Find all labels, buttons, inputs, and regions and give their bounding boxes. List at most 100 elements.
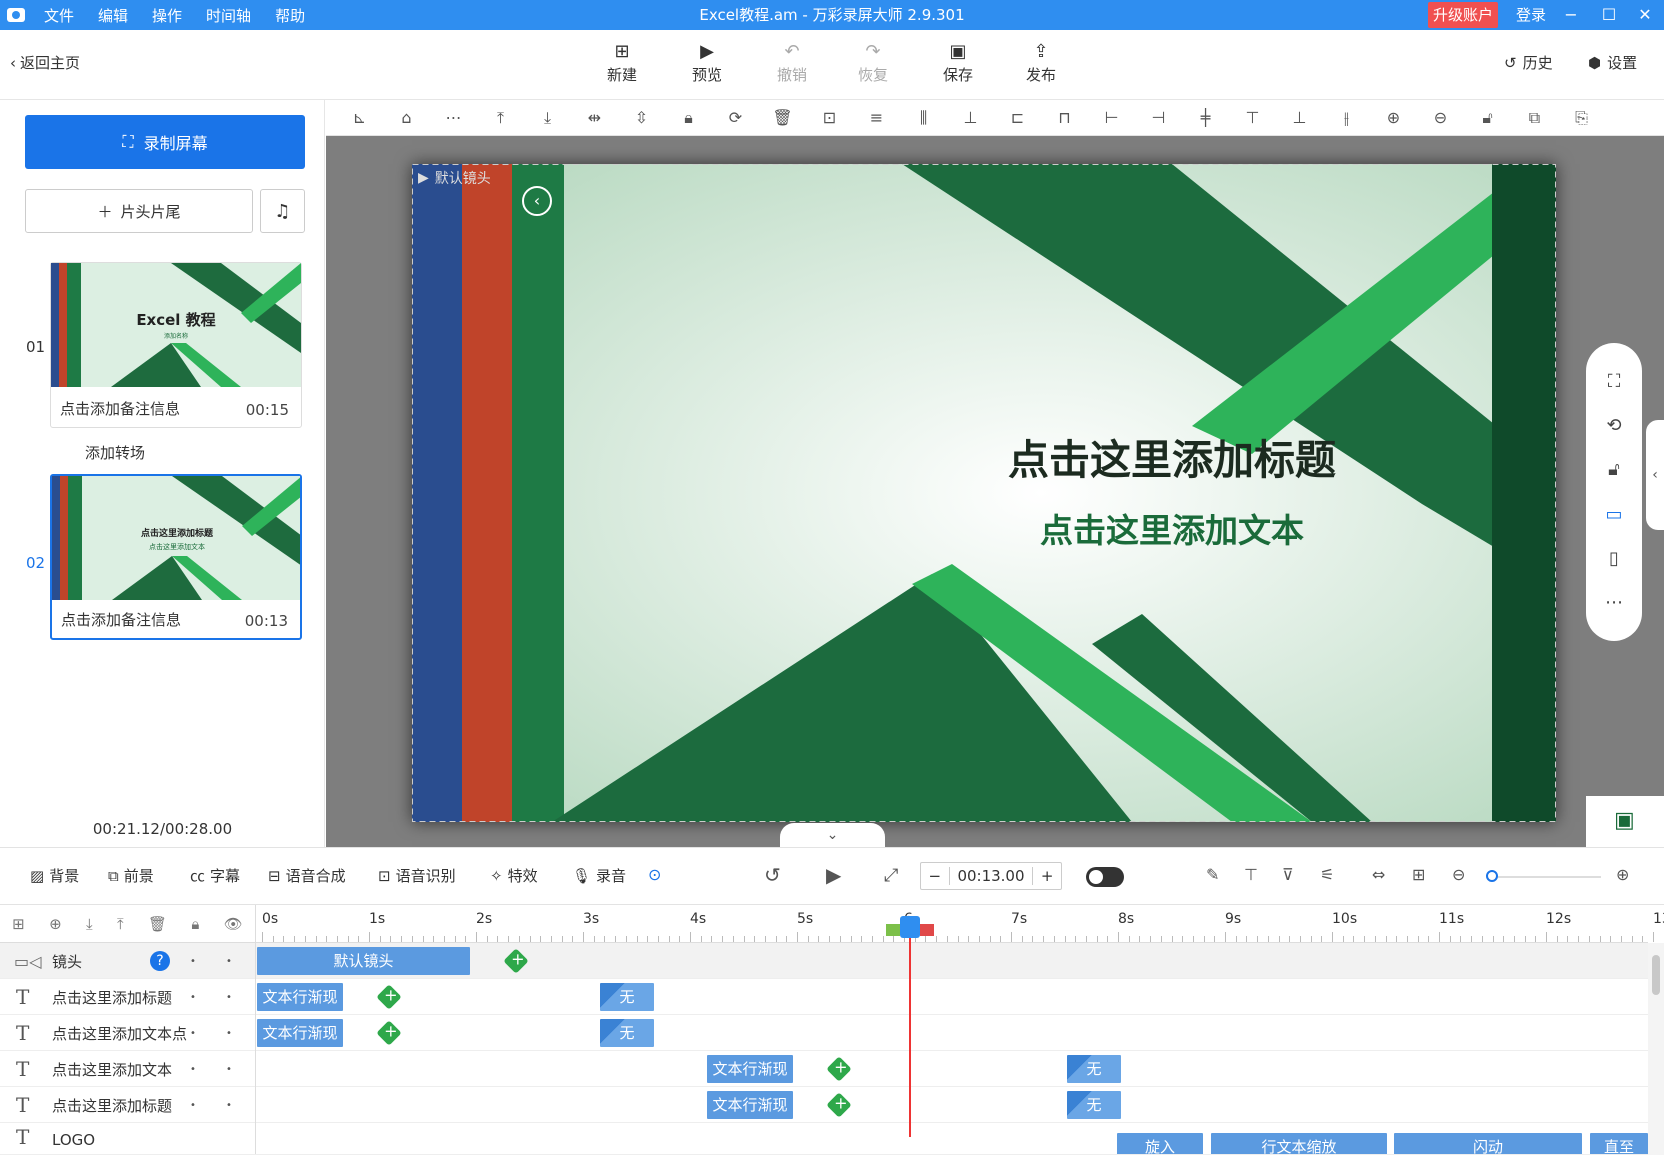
slide-title[interactable]: 点击这里添加标题 xyxy=(882,426,1462,486)
effect-block[interactable]: 旋入 xyxy=(1117,1133,1203,1154)
playhead[interactable] xyxy=(909,917,911,1137)
time-ruler[interactable]: 0s1s2s3s4s5s67s8s9s10s11s12s13s xyxy=(256,905,1664,943)
add-folder-icon[interactable]: ⊞ xyxy=(12,915,25,933)
entrance-effect-block[interactable]: 文本行渐现 xyxy=(707,1091,793,1119)
minimap[interactable]: ▣ xyxy=(1586,796,1664,847)
align-bottom-icon[interactable]: ⊥ xyxy=(947,108,994,127)
effect-block[interactable]: 闪动 xyxy=(1394,1133,1582,1154)
lock-icon[interactable]: 🔒︎ xyxy=(665,108,712,128)
align-left-icon[interactable]: ⊢ xyxy=(1088,108,1135,127)
speech-recognition-button[interactable]: ⊡ 语音识别 xyxy=(378,865,456,886)
zoom-out-timeline-icon[interactable]: ⊖ xyxy=(1452,865,1465,884)
record-screen-button[interactable]: ⛶ 录制屏幕 xyxy=(25,115,305,169)
distribute-icon[interactable]: ⫲ xyxy=(1323,108,1370,128)
paste-icon[interactable]: ⎘ xyxy=(1558,108,1605,128)
menu-file[interactable]: 文件 xyxy=(44,5,74,26)
adjust-icon[interactable]: ⚟ xyxy=(1320,865,1334,884)
rotate-screen-icon[interactable]: ⟲ xyxy=(1606,415,1621,436)
delete-icon[interactable]: 🗑︎ xyxy=(759,108,806,127)
timeline-scrollbar[interactable] xyxy=(1648,943,1664,1155)
effects-button[interactable]: ✧ 特效 xyxy=(490,865,538,886)
flip-vertical-icon[interactable]: ⇳ xyxy=(618,108,665,127)
entrance-effect-block[interactable]: 文本行渐现 xyxy=(707,1055,793,1083)
lock-dot[interactable]: • xyxy=(226,1100,232,1111)
menu-help[interactable]: 帮助 xyxy=(275,5,305,26)
intro-outro-button[interactable]: ＋ 片头片尾 xyxy=(25,189,253,233)
distribute-v-icon[interactable]: ⊓ xyxy=(1041,108,1088,127)
entrance-effect-block[interactable]: 文本行渐现 xyxy=(257,1019,343,1047)
scene-note[interactable]: 点击添加备注信息 xyxy=(61,609,181,630)
visibility-dot[interactable]: • xyxy=(190,1028,196,1039)
exit-effect-block[interactable]: 无 xyxy=(1067,1055,1121,1083)
ruler-icon[interactable]: ⊾ xyxy=(336,108,383,127)
flip-horizontal-icon[interactable]: ⇹ xyxy=(571,108,618,127)
fullscreen-icon[interactable]: ⤢ xyxy=(884,865,898,886)
visibility-dot[interactable]: • xyxy=(190,1100,196,1111)
effect-block[interactable]: 行文本缩放 xyxy=(1211,1133,1387,1154)
foreground-button[interactable]: ⧉ 前景 xyxy=(108,865,154,886)
settings-button[interactable]: ⬢ 设置 xyxy=(1588,52,1637,73)
more-dots-icon[interactable]: ⋯ xyxy=(1605,592,1623,613)
align-right-icon[interactable]: ⊣ xyxy=(1135,108,1182,127)
camera-block[interactable]: 默认镜头 xyxy=(257,947,470,975)
play-button[interactable]: ▶ xyxy=(826,863,841,887)
align-center-icon[interactable]: ╪ xyxy=(1182,108,1229,127)
add-keyframe-icon[interactable] xyxy=(826,1092,852,1118)
slide-canvas[interactable]: ▶︎ 默认镜头 ‹ 点击这里添加标题 点击这里添加文本 xyxy=(412,164,1556,822)
time-increment[interactable]: + xyxy=(1033,867,1061,885)
add-keyframe-icon[interactable] xyxy=(376,984,402,1010)
music-button[interactable]: ♫ xyxy=(260,189,305,233)
zoom-in-icon[interactable]: ⊕ xyxy=(1370,108,1417,127)
scrollbar-thumb[interactable] xyxy=(1652,955,1660,995)
exit-effect-block[interactable]: 无 xyxy=(1067,1091,1121,1119)
lock-dot[interactable]: • xyxy=(226,956,232,967)
upgrade-button[interactable]: 升级账户 xyxy=(1428,2,1498,28)
align-bottom-edge-icon[interactable]: ⊥ xyxy=(1276,108,1323,127)
playhead-handle[interactable] xyxy=(886,916,936,938)
add-keyframe-icon[interactable] xyxy=(376,1020,402,1046)
align-top-edge-icon[interactable]: ⊤ xyxy=(1229,108,1276,127)
slide-subtitle[interactable]: 点击这里添加文本 xyxy=(882,504,1462,552)
expand-panel-handle[interactable]: ‹ xyxy=(1646,420,1664,530)
scene-note[interactable]: 点击添加备注信息 xyxy=(60,398,180,419)
add-keyframe-icon[interactable] xyxy=(826,1056,852,1082)
visibility-dot[interactable]: • xyxy=(190,956,196,967)
lock-screen-icon[interactable]: 🔓︎ xyxy=(1608,459,1620,480)
maximize-icon[interactable]: ☐ xyxy=(1594,0,1624,30)
lock-dot[interactable]: • xyxy=(226,1028,232,1039)
time-value[interactable]: 00:13.00 xyxy=(948,867,1034,885)
effect-block[interactable]: 直至 xyxy=(1590,1133,1648,1154)
toggle-switch[interactable] xyxy=(1086,867,1124,887)
menu-operate[interactable]: 操作 xyxy=(152,5,182,26)
menu-timeline[interactable]: 时间轴 xyxy=(206,5,251,26)
trash-icon[interactable]: 🗑︎ xyxy=(148,915,167,933)
add-track-icon[interactable]: ⊕ xyxy=(49,915,62,933)
lock-dot[interactable]: • xyxy=(226,1064,232,1075)
minimize-icon[interactable]: − xyxy=(1556,0,1586,30)
zoom-slider[interactable] xyxy=(1486,870,1601,882)
rotate-icon[interactable]: ⟳ xyxy=(712,108,759,127)
tts-button[interactable]: ⊟ 语音合成 xyxy=(268,865,346,886)
visibility-dot[interactable]: • xyxy=(190,1064,196,1075)
fit-width-icon[interactable]: ⇔ xyxy=(1372,865,1385,884)
save-button[interactable]: ▣ 保存 xyxy=(928,40,988,85)
login-button[interactable]: 登录 xyxy=(1516,0,1546,30)
lock-dot[interactable]: • xyxy=(226,992,232,1003)
edit-icon[interactable]: ✎ xyxy=(1206,865,1219,884)
redo-button[interactable]: ↷ 恢复 xyxy=(843,40,903,85)
filter-icon[interactable]: ⊽ xyxy=(1282,865,1294,884)
align-top-icon[interactable]: ≡ xyxy=(853,108,900,127)
scene-card-2[interactable]: 点击这里添加标题 点击这里添加文本 点击添加备注信息 00:13 xyxy=(50,474,302,640)
new-button[interactable]: ⊞ 新建 xyxy=(592,40,652,85)
zoom-out-icon[interactable]: ⊖ xyxy=(1417,108,1464,127)
home-icon[interactable]: ⌂ xyxy=(383,108,430,127)
publish-button[interactable]: ⇪ 发布 xyxy=(1011,40,1071,85)
focus-icon[interactable]: ⊡ xyxy=(806,108,853,127)
collapse-toggle[interactable]: ⌄ xyxy=(780,823,885,847)
fit-screen-icon[interactable]: ⛶ xyxy=(1608,371,1621,392)
split-icon[interactable]: ⊤ xyxy=(1244,865,1258,884)
entrance-effect-block[interactable]: 文本行渐现 xyxy=(257,983,343,1011)
exit-effect-block[interactable]: 无 xyxy=(600,983,654,1011)
zoom-slider-knob[interactable] xyxy=(1486,870,1498,882)
distribute-h-icon[interactable]: ⊏ xyxy=(994,108,1041,127)
